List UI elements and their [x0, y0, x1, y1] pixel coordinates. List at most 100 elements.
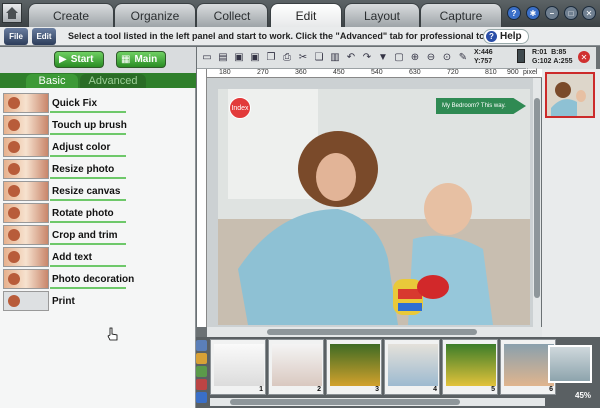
- tab-basic[interactable]: Basic: [26, 74, 78, 88]
- tool-label: Resize photo: [52, 163, 115, 175]
- help-icon-button[interactable]: ?: [507, 6, 521, 20]
- tool-crop-and-trim[interactable]: Crop and trim: [0, 224, 196, 246]
- help-icon: ?: [486, 31, 497, 42]
- divider: [50, 155, 126, 157]
- divider: [50, 111, 126, 113]
- divider: [50, 287, 126, 289]
- tab-capture[interactable]: Capture: [420, 3, 502, 27]
- tool-thumbnail: [3, 203, 49, 223]
- thumbnail-image: [330, 344, 380, 386]
- tool-resize-canvas[interactable]: Resize canvas: [0, 180, 196, 202]
- tool-label: Rotate photo: [52, 207, 114, 219]
- ruler-mark: 630: [409, 69, 421, 76]
- eyedropper-icon[interactable]: ✎: [456, 51, 470, 65]
- ruler-mark: 360: [295, 69, 307, 76]
- undo-icon[interactable]: ↶: [344, 51, 358, 65]
- thumbnail-4[interactable]: 4: [384, 339, 440, 395]
- history-dropdown-icon[interactable]: ▼: [376, 51, 390, 65]
- green-value: G:102: [532, 58, 552, 65]
- zoom-out-icon[interactable]: ⊖: [424, 51, 438, 65]
- tool-resize-photo[interactable]: Resize photo: [0, 158, 196, 180]
- save-as-icon[interactable]: ▣: [248, 51, 262, 65]
- current-photo-thumbnail[interactable]: [548, 345, 592, 383]
- tab-create[interactable]: Create: [28, 3, 114, 27]
- maximize-button[interactable]: □: [564, 6, 578, 20]
- vertical-ruler: [197, 69, 207, 327]
- paste-icon[interactable]: ▥: [328, 51, 342, 65]
- tool-print[interactable]: Print: [0, 290, 196, 312]
- thumbnail-scrollbar[interactable]: [210, 398, 545, 406]
- tool-add-text[interactable]: Add text: [0, 246, 196, 268]
- index-badge: Index: [229, 97, 251, 119]
- ruler-mark: 810: [485, 69, 497, 76]
- ruler-mark: 450: [333, 69, 345, 76]
- tab-edit[interactable]: Edit: [270, 3, 342, 28]
- file-menu-button[interactable]: File: [4, 28, 28, 45]
- help-button[interactable]: ? Help: [483, 29, 529, 44]
- new-file-icon[interactable]: ▭: [200, 51, 214, 65]
- album-icon[interactable]: [196, 340, 207, 351]
- tool-photo-decoration[interactable]: Photo decoration: [0, 268, 196, 290]
- scrollbar-thumb[interactable]: [230, 399, 460, 405]
- tool-adjust-color[interactable]: Adjust color: [0, 136, 196, 158]
- divider: [50, 265, 126, 267]
- photo-canvas[interactable]: [218, 89, 530, 325]
- tool-touch-up-brush[interactable]: Touch up brush: [0, 114, 196, 136]
- tool-rotate-photo[interactable]: Rotate photo: [0, 202, 196, 224]
- copy-icon[interactable]: ❐: [264, 51, 278, 65]
- minimize-button[interactable]: –: [545, 6, 559, 20]
- divider: [50, 177, 126, 179]
- zoom-actual-icon[interactable]: ⊙: [440, 51, 454, 65]
- scrollbar-thumb[interactable]: [267, 329, 477, 335]
- horizontal-scrollbar[interactable]: [207, 327, 542, 337]
- tool-thumbnail: [3, 137, 49, 157]
- selected-photo-preview[interactable]: [545, 72, 595, 118]
- scrollbar-thumb[interactable]: [534, 98, 540, 298]
- thumbnail-number: 6: [549, 386, 553, 393]
- help-label: Help: [500, 31, 522, 42]
- y-coordinate: Y:757: [474, 58, 493, 65]
- close-panel-button[interactable]: ✕: [578, 51, 590, 63]
- play-icon: ▶: [59, 54, 67, 65]
- print-icon[interactable]: ⎙: [280, 51, 294, 65]
- tool-label: Photo decoration: [52, 273, 135, 285]
- settings-icon-button[interactable]: ✱: [526, 6, 540, 20]
- tab-organize[interactable]: Organize: [114, 3, 196, 27]
- tab-advanced[interactable]: Advanced: [80, 74, 146, 88]
- color-swatch: [517, 49, 525, 63]
- thumbnail-5[interactable]: 5: [442, 339, 498, 395]
- zoom-in-icon[interactable]: ⊕: [408, 51, 422, 65]
- home-button[interactable]: [2, 3, 22, 23]
- image-icon[interactable]: [196, 366, 207, 377]
- thumbnail-1[interactable]: 1: [210, 339, 266, 395]
- thumbnail-3[interactable]: 3: [326, 339, 382, 395]
- info-icon[interactable]: [196, 392, 207, 403]
- delete-icon[interactable]: [196, 379, 207, 390]
- tool-thumbnail: [3, 247, 49, 267]
- tool-thumbnail: [3, 269, 49, 289]
- folder-icon[interactable]: [196, 353, 207, 364]
- start-button[interactable]: ▶ Start: [54, 51, 104, 68]
- tab-layout[interactable]: Layout: [344, 3, 420, 27]
- tab-collect[interactable]: Collect: [196, 3, 268, 27]
- tool-thumbnail: [3, 225, 49, 245]
- tool-list: Quick Fix Touch up brush Adjust color Re…: [0, 92, 196, 312]
- save-icon[interactable]: ▣: [232, 51, 246, 65]
- main-button[interactable]: ▦ Main: [116, 51, 166, 68]
- tool-quick-fix[interactable]: Quick Fix: [0, 92, 196, 114]
- redo-icon[interactable]: ↷: [360, 51, 374, 65]
- tool-label: Print: [52, 295, 75, 307]
- open-folder-icon[interactable]: ▤: [216, 51, 230, 65]
- tool-label: Quick Fix: [52, 97, 98, 109]
- copy-icon[interactable]: ❏: [312, 51, 326, 65]
- main-tab-bar: Create Organize Collect Edit Layout Capt…: [0, 0, 600, 28]
- photo-image: [218, 89, 530, 325]
- edit-menu-button[interactable]: Edit: [32, 28, 56, 45]
- vertical-scrollbar[interactable]: [533, 78, 541, 327]
- grid-icon: ▦: [121, 54, 131, 65]
- close-button[interactable]: ✕: [582, 6, 596, 20]
- divider: [50, 133, 126, 135]
- fit-view-icon[interactable]: ▢: [392, 51, 406, 65]
- thumbnail-2[interactable]: 2: [268, 339, 324, 395]
- cut-icon[interactable]: ✂: [296, 51, 310, 65]
